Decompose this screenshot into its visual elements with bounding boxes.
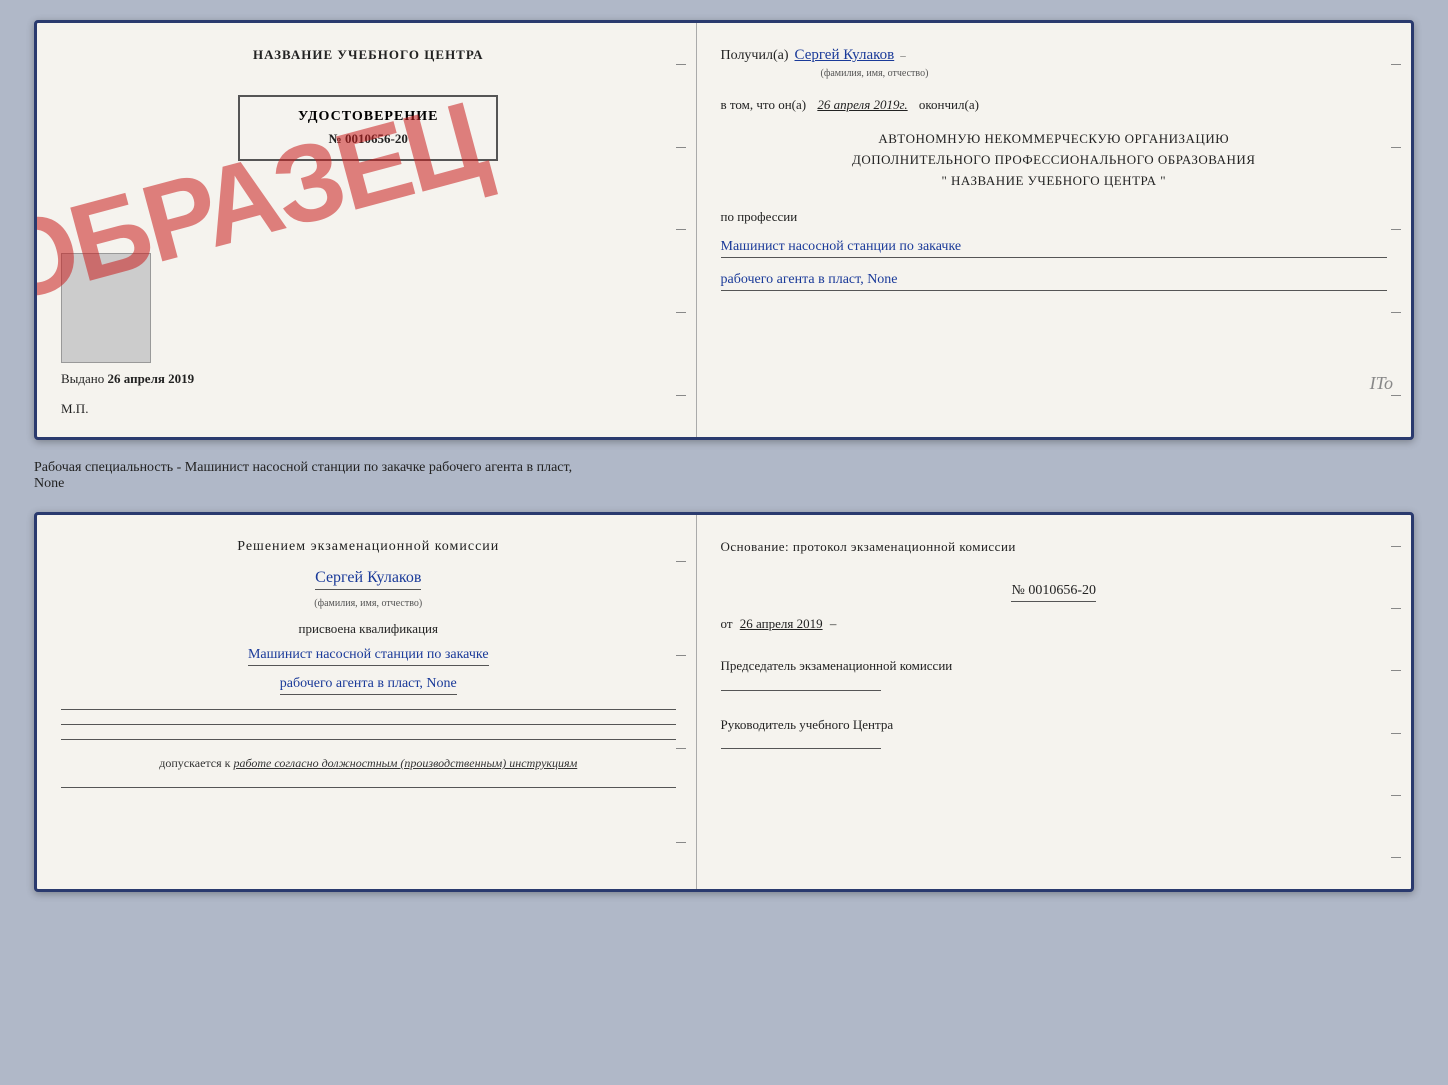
date-value: 26 апреля 2019г. bbox=[817, 97, 907, 112]
date-prefix: в том, что он(а) bbox=[721, 97, 807, 112]
protocol-date-prefix: от bbox=[721, 616, 733, 631]
date-row: в том, что он(а) 26 апреля 2019г. окончи… bbox=[721, 97, 1387, 113]
allowed-row: допускается к работе согласно должностны… bbox=[159, 756, 577, 771]
mp-row: М.П. bbox=[61, 401, 88, 417]
cert-title: УДОСТОВЕРЕНИЕ bbox=[254, 109, 482, 125]
protocol-number-wrapper: № 0010656-20 bbox=[721, 573, 1387, 602]
dash-rb1 bbox=[1391, 546, 1401, 547]
dash-3 bbox=[676, 229, 686, 230]
date-suffix: окончил(а) bbox=[919, 97, 979, 112]
received-label: Получил(а) bbox=[721, 48, 789, 64]
line-1 bbox=[61, 709, 676, 710]
issued-date: 26 апреля 2019 bbox=[108, 371, 195, 386]
right-side-dashes-bottom bbox=[1389, 515, 1403, 889]
qualification-label: присвоена квалификация bbox=[299, 621, 438, 637]
dash-rb6 bbox=[1391, 857, 1401, 858]
protocol-number: № 0010656-20 bbox=[1011, 583, 1096, 602]
middle-text-line1: Рабочая специальность - Машинист насосно… bbox=[34, 460, 572, 475]
dash-1 bbox=[676, 64, 686, 65]
line-3 bbox=[61, 739, 676, 740]
org-line3: " НАЗВАНИЕ УЧЕБНОГО ЦЕНТРА " bbox=[721, 171, 1387, 192]
dash-r1 bbox=[1391, 64, 1401, 65]
dash-rb2 bbox=[1391, 608, 1401, 609]
dash-lb2 bbox=[676, 655, 686, 656]
qualification-value-2: рабочего агента в пласт, None bbox=[280, 676, 457, 695]
commission-title: Решением экзаменационной комиссии bbox=[237, 539, 499, 555]
line-4 bbox=[61, 787, 676, 788]
protocol-date: 26 апреля 2019 bbox=[740, 616, 823, 631]
basis-title: Основание: протокол экзаменационной коми… bbox=[721, 539, 1387, 555]
chairman-label: Председатель экзаменационной комиссии bbox=[721, 656, 1387, 676]
dash-rb5 bbox=[1391, 795, 1401, 796]
dash-rb3 bbox=[1391, 670, 1401, 671]
org-block: АВТОНОМНУЮ НЕКОММЕРЧЕСКУЮ ОРГАНИЗАЦИЮ ДО… bbox=[721, 129, 1387, 191]
profession-label: по профессии bbox=[721, 209, 1387, 225]
received-row: Получил(а) Сергей Кулаков – bbox=[721, 47, 1387, 64]
document-page-bottom: Решением экзаменационной комиссии Сергей… bbox=[34, 512, 1414, 892]
qualification-value-1: Машинист насосной станции по закачке bbox=[248, 647, 489, 666]
org-line1: АВТОНОМНУЮ НЕКОММЕРЧЕСКУЮ ОРГАНИЗАЦИЮ bbox=[721, 129, 1387, 150]
photo-placeholder bbox=[61, 253, 151, 363]
name-hint-top: (фамилия, имя, отчество) bbox=[821, 68, 1387, 79]
left-side-dashes bbox=[674, 23, 688, 437]
dash-r2 bbox=[1391, 147, 1401, 148]
cert-box: УДОСТОВЕРЕНИЕ № 0010656-20 bbox=[238, 95, 498, 161]
director-label: Руководитель учебного Центра bbox=[721, 715, 1387, 735]
org-line2: ДОПОЛНИТЕЛЬНОГО ПРОФЕССИОНАЛЬНОГО ОБРАЗО… bbox=[721, 150, 1387, 171]
dash-lb3 bbox=[676, 748, 686, 749]
name-handwritten: Сергей Кулаков bbox=[315, 569, 421, 590]
school-title-top: НАЗВАНИЕ УЧЕБНОГО ЦЕНТРА bbox=[253, 47, 484, 63]
left-side-dashes-bottom bbox=[674, 515, 688, 889]
cert-number: № 0010656-20 bbox=[254, 131, 482, 147]
received-name-separator: – bbox=[900, 50, 906, 62]
director-signature-line bbox=[721, 748, 881, 749]
chairman-signature-line bbox=[721, 690, 881, 691]
dash-r4 bbox=[1391, 312, 1401, 313]
middle-text-line2: None bbox=[34, 476, 64, 491]
line-2 bbox=[61, 724, 676, 725]
profession-value-1: Машинист насосной станции по закачке bbox=[721, 239, 1387, 258]
dash-5 bbox=[676, 395, 686, 396]
allowed-prefix: допускается к bbox=[159, 756, 230, 770]
profession-value-2: рабочего агента в пласт, None bbox=[721, 272, 1387, 291]
document-page-top: НАЗВАНИЕ УЧЕБНОГО ЦЕНТРА ОБРАЗЕЦ УДОСТОВ… bbox=[34, 20, 1414, 440]
dash-2 bbox=[676, 147, 686, 148]
dash-r5 bbox=[1391, 395, 1401, 396]
name-hint-bottom: (фамилия, имя, отчество) bbox=[314, 598, 422, 609]
dash-rb4 bbox=[1391, 733, 1401, 734]
protocol-date-row: от 26 апреля 2019 – bbox=[721, 616, 1387, 632]
dash-4 bbox=[676, 312, 686, 313]
doc-right-top: Получил(а) Сергей Кулаков – (фамилия, им… bbox=[697, 23, 1411, 437]
doc-left-bottom: Решением экзаменационной комиссии Сергей… bbox=[37, 515, 697, 889]
middle-text-block: Рабочая специальность - Машинист насосно… bbox=[34, 456, 1414, 496]
received-name: Сергей Кулаков bbox=[795, 47, 895, 64]
issued-row: Выдано 26 апреля 2019 bbox=[61, 371, 676, 387]
dash-r3 bbox=[1391, 229, 1401, 230]
ito-annotation: ITo bbox=[1370, 373, 1393, 394]
issued-label: Выдано bbox=[61, 371, 104, 386]
dash-lb4 bbox=[676, 842, 686, 843]
doc-right-bottom: Основание: протокол экзаменационной коми… bbox=[697, 515, 1411, 889]
doc-left-top: НАЗВАНИЕ УЧЕБНОГО ЦЕНТРА ОБРАЗЕЦ УДОСТОВ… bbox=[37, 23, 697, 437]
dash-lb1 bbox=[676, 561, 686, 562]
allowed-text: работе согласно должностным (производств… bbox=[234, 756, 578, 770]
date-dash: – bbox=[830, 616, 837, 631]
